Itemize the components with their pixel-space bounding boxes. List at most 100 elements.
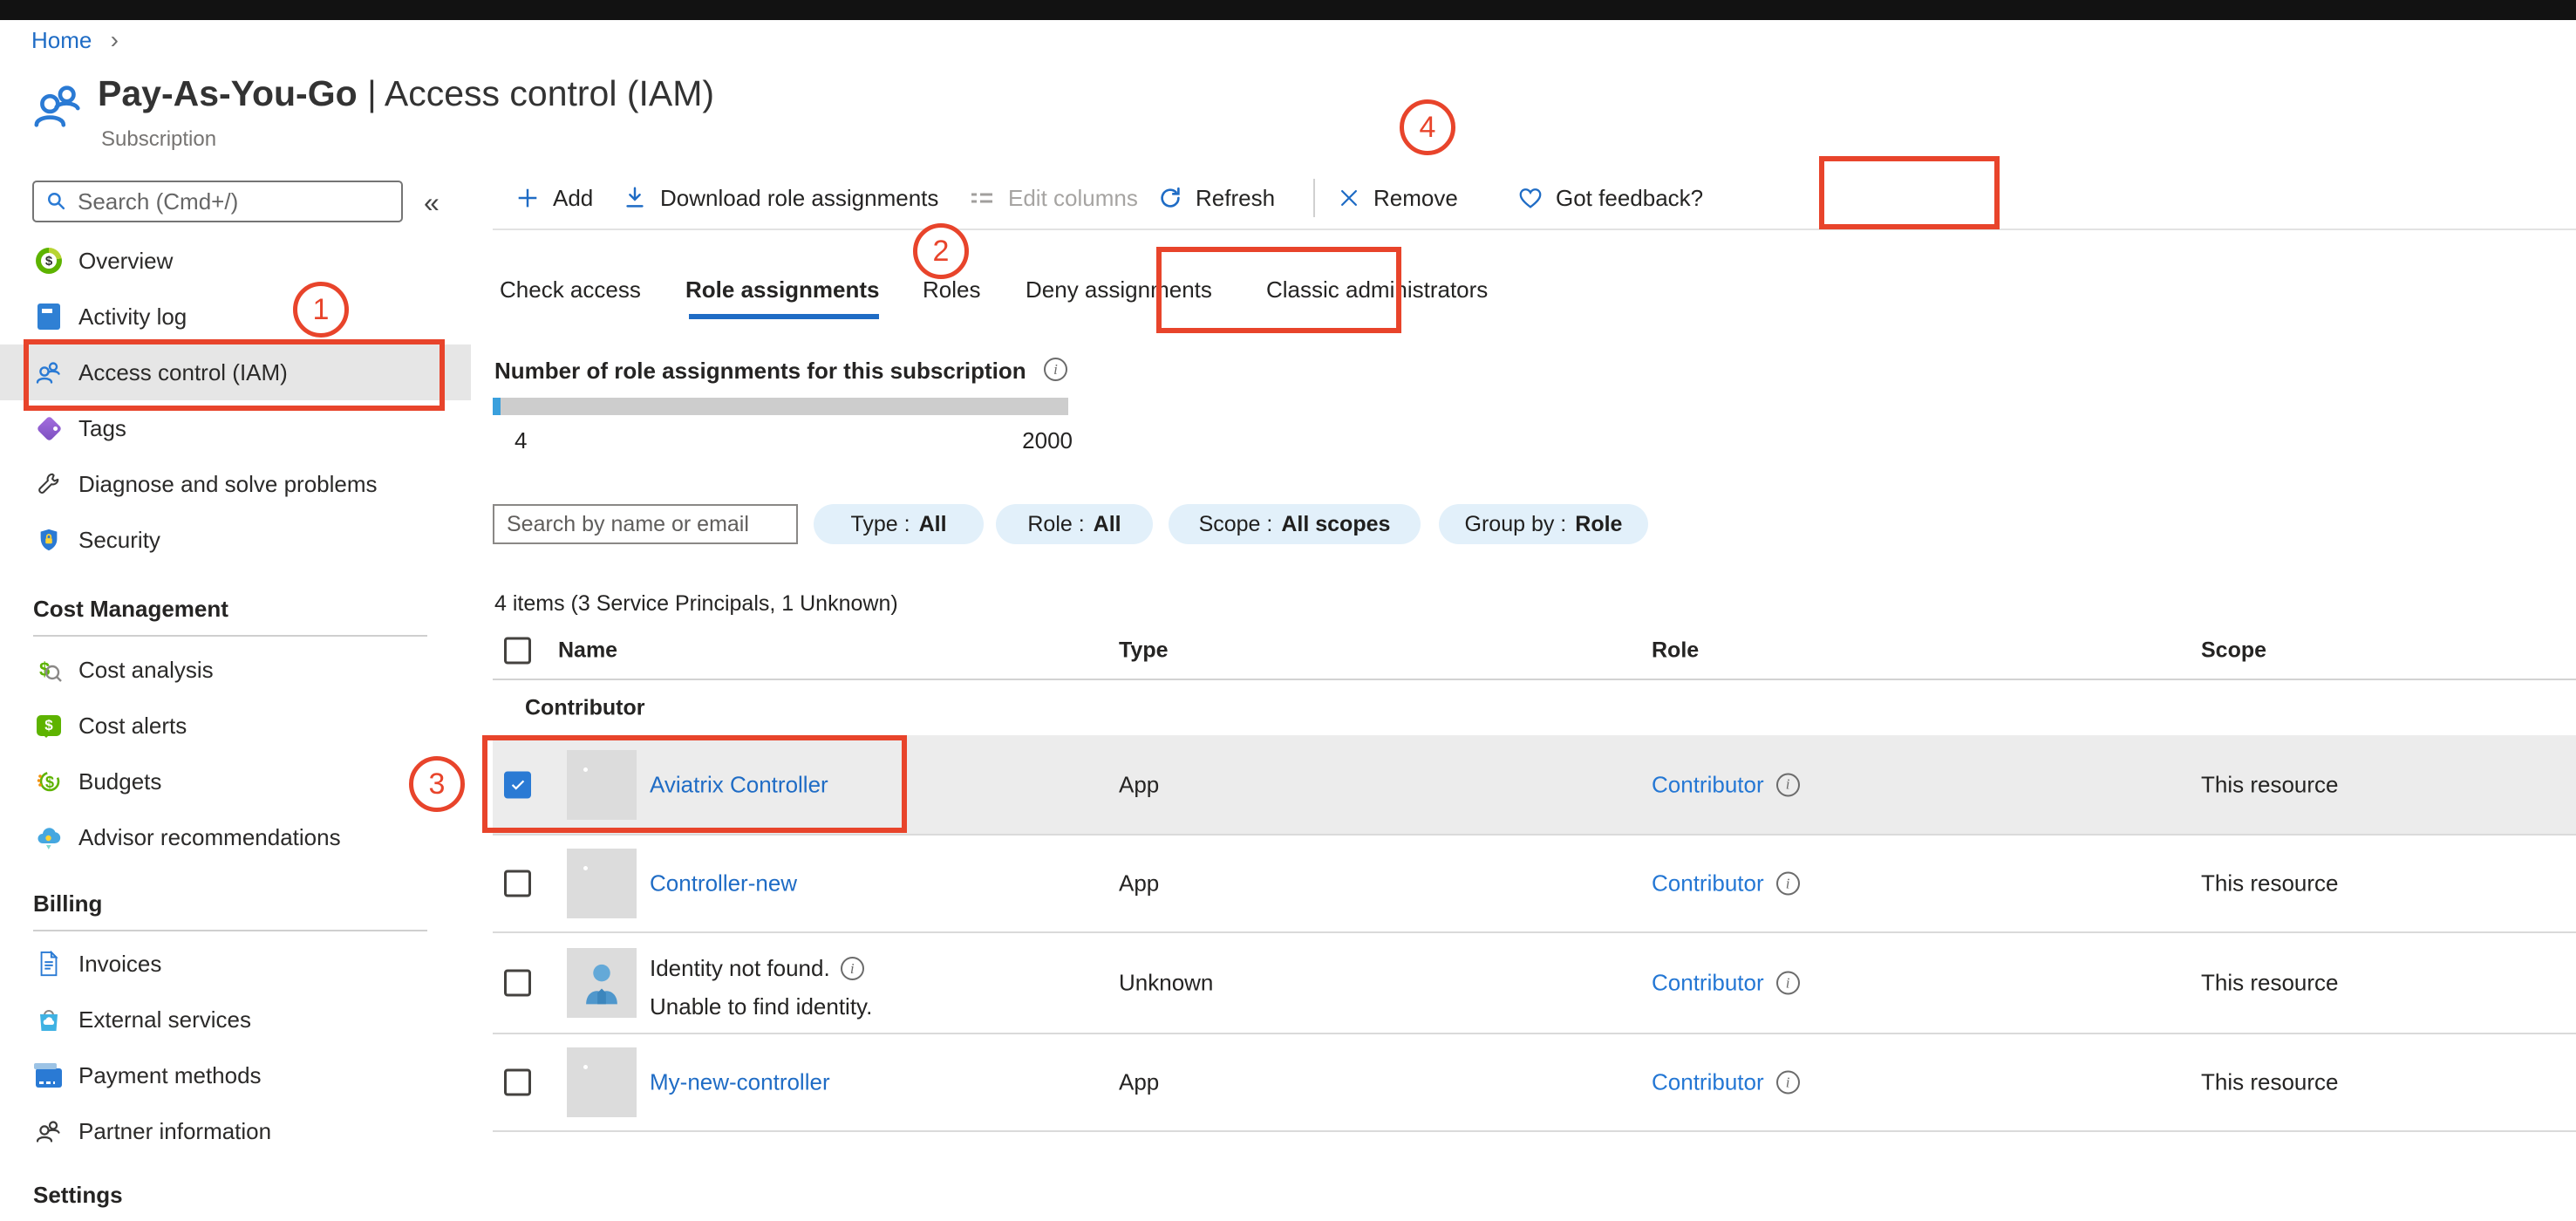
table-row[interactable]: Identity not found. i Unable to find ide… [493,931,2576,1033]
info-icon[interactable]: i [1775,971,1800,995]
sidebar-section-settings: Settings [33,1182,123,1208]
table-search-input[interactable] [507,511,784,537]
svg-text:$: $ [45,774,54,791]
principal-type: App [1119,1068,1160,1095]
main-content: Add Download role assignments Edit colum… [493,0,2576,1221]
table-row[interactable]: Aviatrix Controller App Contributor i Thi… [493,735,2576,834]
cost-alerts-icon: $ [35,712,63,740]
sidebar-item-activity-log[interactable]: Activity log [0,289,471,344]
sidebar-item-access-control-iam[interactable]: Access control (IAM) [0,344,471,400]
column-header-scope[interactable]: Scope [2201,638,2266,664]
filter-pill-scope[interactable]: Scope : All scopes [1169,504,1421,544]
sidebar-nav-main: Overview Activity log Access control (IA… [0,233,471,568]
table-search-box[interactable] [493,504,798,544]
add-button[interactable]: Add [515,171,593,225]
table-row[interactable]: My-new-controller App Contributor i This … [493,1033,2576,1132]
column-header-role[interactable]: Role [1652,638,1699,664]
scope-cell: This resource [2201,1068,2339,1095]
sidebar-item-invoices[interactable]: Invoices [0,936,471,992]
advisor-icon [35,823,63,851]
filter-pill-type[interactable]: Type : All [814,504,984,544]
person-image-icon [586,964,617,1005]
table-row[interactable]: Controller-new App Contributor i This res… [493,834,2576,931]
sidebar-item-budgets[interactable]: $ Budgets [0,754,471,809]
budgets-icon: $ [35,767,63,795]
sidebar-item-cost-alerts[interactable]: $ Cost alerts [0,698,471,754]
column-header-type[interactable]: Type [1119,638,1169,664]
info-icon[interactable]: i [1044,358,1067,381]
role-assignments-meter-label: Number of role assignments for this subs… [494,358,1026,384]
sidebar-collapse-icon[interactable]: « [424,187,440,219]
tag-icon [35,414,63,442]
breadcrumb: Home › [31,26,119,54]
tab-deny-assignments[interactable]: Deny assignments [1026,266,1212,313]
remove-button[interactable]: Remove [1337,171,1458,225]
download-icon [626,187,644,208]
tab-role-assignments[interactable]: Role assignments [685,266,880,313]
toolbar-rule [493,229,2576,230]
app-window-icon [579,764,624,806]
role-cell: Contributor i [1652,1069,1800,1096]
sidebar-item-cost-analysis[interactable]: $ Cost analysis [0,642,471,698]
tab-roles[interactable]: Roles [923,266,980,313]
row-checkbox[interactable] [504,969,531,997]
scope-cell: This resource [2201,771,2339,797]
refresh-button[interactable]: Refresh [1157,171,1275,225]
tab-check-access[interactable]: Check access [500,266,641,313]
avatar [567,749,637,820]
row-checkbox-checked[interactable] [504,771,531,798]
principal-type: App [1119,771,1160,797]
subscription-people-icon [31,77,85,139]
azure-portal-page: Home › Pay-As-You-Go | Access control (I… [0,0,2576,1221]
sidebar-item-partner-information[interactable]: Partner information [0,1103,471,1159]
search-icon [48,193,65,210]
breadcrumb-home-link[interactable]: Home [31,27,92,53]
principal-name-link[interactable]: Aviatrix Controller [650,771,828,798]
role-link[interactable]: Contributor [1652,771,1764,798]
select-all-checkbox[interactable] [504,637,531,665]
sidebar-search-box[interactable] [32,181,403,222]
partner-people-icon [35,1117,63,1145]
edit-columns-button: Edit columns [968,171,1138,225]
group-header-contributor: Contributor [525,695,645,720]
got-feedback-button[interactable]: Got feedback? [1517,171,1703,225]
role-cell: Contributor i [1652,970,1800,997]
edit-columns-icon [971,193,992,203]
invoice-icon [35,950,63,978]
role-link[interactable]: Contributor [1652,1069,1764,1096]
meter-current-value: 4 [515,427,528,454]
wrench-icon [35,470,63,498]
meter-fill [493,398,501,415]
column-header-name[interactable]: Name [558,638,617,664]
principal-name-link[interactable]: Controller-new [650,870,797,897]
sidebar-item-advisor[interactable]: Advisor recommendations [0,809,471,865]
principal-name-link[interactable]: My-new-controller [650,1069,830,1096]
people-icon [35,358,63,386]
page-subtitle: Subscription [101,127,217,151]
sidebar-item-security[interactable]: Security [0,512,471,568]
sidebar-item-tags[interactable]: Tags [0,400,471,456]
role-link[interactable]: Contributor [1652,870,1764,897]
sidebar-item-diagnose[interactable]: Diagnose and solve problems [0,456,471,512]
info-icon[interactable]: i [1775,871,1800,896]
download-role-assignments-button[interactable]: Download role assignments [622,171,938,225]
role-link[interactable]: Contributor [1652,970,1764,997]
info-icon[interactable]: i [1775,1070,1800,1095]
cost-analysis-icon: $ [35,656,63,684]
sidebar-item-overview[interactable]: Overview [0,233,471,289]
sidebar-item-payment-methods[interactable]: Payment methods [0,1047,471,1103]
filter-pill-group-by[interactable]: Group by : Role [1439,504,1648,544]
filter-pill-role[interactable]: Role : All [996,504,1153,544]
row-checkbox[interactable] [504,1068,531,1096]
sidebar-search-input[interactable] [78,188,374,215]
plus-icon [518,188,537,208]
activity-log-icon [35,303,63,331]
info-icon[interactable]: i [1775,773,1800,796]
row-checkbox[interactable] [504,870,531,897]
tab-classic-administrators[interactable]: Classic administrators [1266,266,1488,313]
sidebar-item-external-services[interactable]: External services [0,992,471,1047]
overview-donut-icon [35,247,63,275]
refresh-icon [1161,187,1180,208]
info-icon[interactable]: i [840,957,864,980]
breadcrumb-chevron-icon: › [110,26,119,53]
